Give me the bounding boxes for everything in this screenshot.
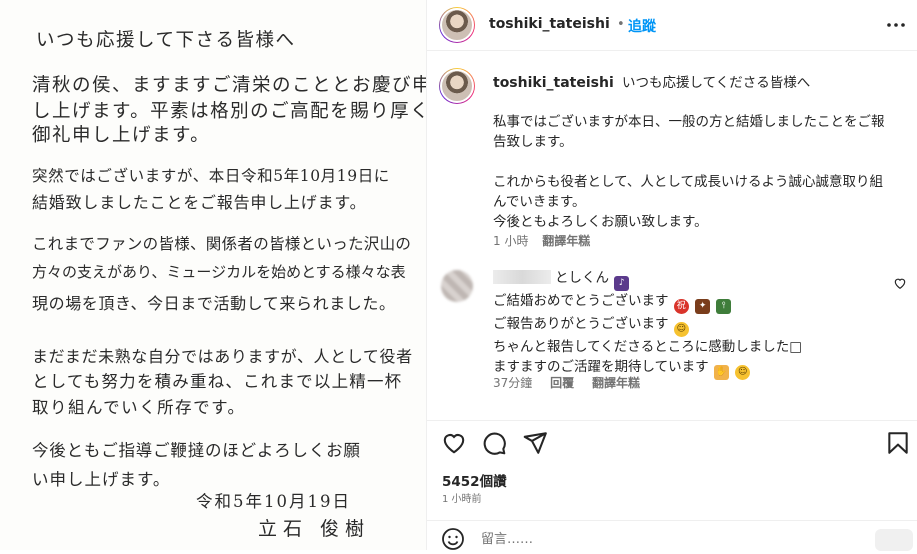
comment-username-blurred[interactable] xyxy=(493,270,551,284)
header-username[interactable]: toshiki_tateishi xyxy=(489,16,610,32)
letter-line: いつも応援して下さる皆様へ xyxy=(36,30,296,51)
letter-line: 今後ともご指導ご鞭撻のほどよろしくお願 xyxy=(32,441,361,460)
champagne-icon: ⫯ xyxy=(716,299,732,314)
caption-paragraph: 今後ともよろしくお願い致します。 xyxy=(493,214,708,230)
more-horizontal-icon[interactable] xyxy=(885,14,907,36)
letter-line: 清秋の侯、ますますご清栄のこととお慶び申 xyxy=(32,75,426,96)
comment-time[interactable]: 37分鐘 xyxy=(493,376,532,390)
emoji-smile-icon[interactable] xyxy=(441,527,465,551)
like-count[interactable]: 5452個讚 xyxy=(442,470,507,490)
raising-hands-icon: ✋ xyxy=(713,365,729,380)
caption-time[interactable]: 1 小時 xyxy=(493,234,528,248)
action-bar xyxy=(427,420,917,465)
separator-dot: • xyxy=(617,17,625,32)
caption-body: 私事ではございますが本日、一般の方と結婚しましたことをご報告致します。 これから… xyxy=(493,112,893,232)
comment-reply-button[interactable]: 回覆 xyxy=(550,376,574,390)
letter-line: し上げます。平素は格別のご高配を賜り厚く xyxy=(32,101,426,122)
letter-line: 取り組んでいく所存です。 xyxy=(32,398,246,417)
like-heart-icon[interactable] xyxy=(441,430,467,456)
thumbnail-preview xyxy=(875,529,913,551)
letter-line: これまでファンの皆様、関係者の皆様といった沢山の xyxy=(32,235,412,253)
comment-translate-link[interactable]: 翻譯年糕 xyxy=(592,376,640,390)
letter-image: いつも応援して下さる皆様へ 清秋の侯、ますますご清栄のこととお慶び申 し上げます… xyxy=(0,0,426,550)
caption-paragraph: これからも役者として、人として成長いけるよう誠心誠意取り組んでいきます。 xyxy=(493,174,884,210)
comment-line: ますますのご活躍を期待しています xyxy=(493,359,709,375)
letter-date: 令和5年10月19日 xyxy=(196,492,351,511)
letter-line: 突然ではございますが、本日令和5年10月19日に xyxy=(32,167,390,185)
post-time[interactable]: 1 小時前 xyxy=(442,490,482,505)
letter-line: 御礼申し上げます。 xyxy=(32,125,211,146)
caption-avatar[interactable] xyxy=(439,68,475,104)
party-popper-icon: ✦ xyxy=(695,299,711,314)
smile-icon: ☺ xyxy=(735,365,751,380)
comment: としくん ♪ ご結婚おめでとうございます 祝 ✦ ⫯ ご報告ありがとうございます… xyxy=(493,268,873,380)
comment-composer xyxy=(427,520,917,551)
comment-input[interactable] xyxy=(479,528,873,550)
comment-line: ご結婚おめでとうございます xyxy=(493,293,669,309)
comment-avatar[interactable] xyxy=(441,270,473,302)
comment-line: ちゃんと報告してくださるところに感動しました□ xyxy=(493,339,802,355)
letter-line: 方々の支えがあり、ミュージカルを始めとする様々な表 xyxy=(32,263,406,281)
post-header: toshiki_tateishi • 追蹤 xyxy=(427,0,917,51)
share-send-icon[interactable] xyxy=(522,430,548,456)
letter-line: い申し上げます。 xyxy=(32,470,171,489)
comment-line: ご報告ありがとうございます xyxy=(493,316,669,332)
caption-username[interactable]: toshiki_tateishi xyxy=(493,75,614,91)
smile-icon: ☺ xyxy=(673,322,689,337)
letter-signature: 立石 俊樹 xyxy=(258,518,371,540)
heart-icon[interactable] xyxy=(893,276,907,290)
letter-line: としても努力を積み重ね、これまで以上精一杯 xyxy=(32,372,403,391)
bookmark-icon[interactable] xyxy=(885,430,911,456)
follow-button[interactable]: 追蹤 xyxy=(628,16,656,36)
caption-title: いつも応援してくださる皆様へ xyxy=(622,75,811,91)
music-note-icon: ♪ xyxy=(614,276,630,291)
letter-line: 現の場を頂き、今日まで活動して来られました。 xyxy=(32,294,396,313)
comment-bubble-icon[interactable] xyxy=(481,430,507,456)
congratulations-icon: 祝 xyxy=(673,299,689,314)
caption-paragraph: 私事ではございますが本日、一般の方と結婚しましたことをご報告致します。 xyxy=(493,114,885,150)
avatar[interactable] xyxy=(439,7,475,43)
letter-line: 結婚致しましたことをご報告申し上げます。 xyxy=(32,193,367,212)
post-panel: toshiki_tateishi • 追蹤 toshiki_tateishi い… xyxy=(427,0,917,551)
letter-line: まだまだ未熟な自分ではありますが、人として役者 xyxy=(32,347,413,366)
caption-translate-link[interactable]: 翻譯年糕 xyxy=(542,234,590,248)
comment-name-suffix: としくん xyxy=(555,270,609,286)
